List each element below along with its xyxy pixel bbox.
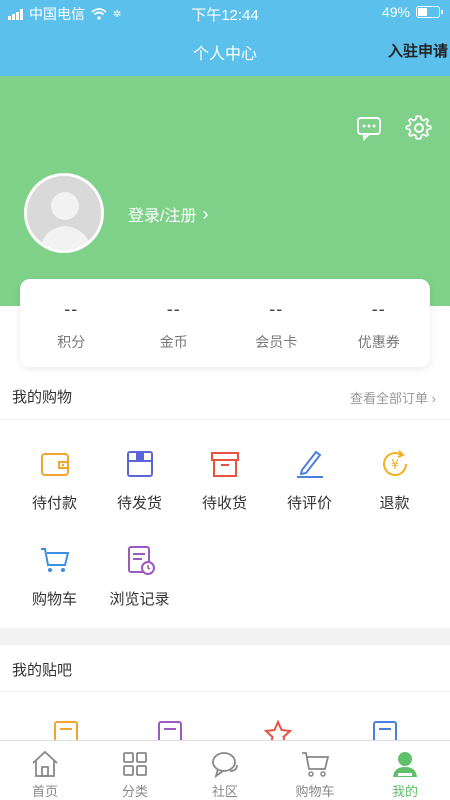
stat-label: 优惠券 [357,334,400,350]
home-icon [32,750,58,777]
stat-label: 积分 [57,334,86,350]
page-title: 个人中心 [192,46,257,63]
stat-value: -- [64,299,79,319]
my-tieba-section: 我的贴吧 [0,645,450,749]
pending-payment-button[interactable]: 待付款 [12,448,97,513]
pen-icon [296,450,323,478]
avatar-placeholder-icon [27,176,101,250]
item-label: 待发货 [116,495,162,512]
chevron-right-icon: › [202,203,209,224]
grid-icon [123,752,147,776]
apply-join-button[interactable]: 入驻申请 [388,40,448,61]
item-label: 购物车 [31,591,77,608]
cart-button[interactable]: 购物车 [12,544,97,609]
user-icon [393,752,417,777]
refund-icon: ¥ [382,450,407,476]
stat-value: -- [269,299,284,319]
view-all-orders-label: 查看全部订单 [350,391,429,406]
settings-icon[interactable] [405,114,433,142]
item-label: 待评价 [286,495,332,512]
profile-header: 登录/注册 › [0,76,450,306]
stat-label: 会员卡 [255,334,298,350]
package-icon [126,451,153,477]
battery-percent: 49% [381,4,410,20]
wallet-icon [40,453,69,476]
tab-label: 我的 [391,784,418,799]
svg-text:¥: ¥ [390,458,398,473]
tab-cart[interactable]: 购物车 [270,741,360,800]
coins-stat[interactable]: -- 金币 [123,279,226,367]
stat-value: -- [166,299,181,319]
chevron-right-icon: › [431,391,436,406]
stat-label: 金币 [159,334,188,350]
tab-mine[interactable]: 我的 [360,741,450,800]
item-label: 浏览记录 [109,591,170,608]
battery-icon [416,6,443,18]
tab-community[interactable]: 社区 [180,741,270,800]
status-bar: 中国电信 ✲ 下午12:44 49% [0,0,450,26]
member-card-stat[interactable]: -- 会员卡 [225,279,328,367]
item-label: 退款 [379,495,410,512]
history-icon [127,546,155,575]
view-all-orders-link[interactable]: 查看全部订单 › [350,388,436,407]
cart-icon [302,752,330,777]
login-label: 登录/注册 [128,208,197,225]
chat-icon [212,752,238,779]
stat-value: -- [371,299,386,319]
box-icon [210,452,239,477]
tab-label: 分类 [121,784,148,799]
stats-card: -- 积分 -- 金币 -- 会员卡 -- 优惠券 [20,279,430,367]
pending-receipt-button[interactable]: 待收货 [182,448,267,513]
browse-history-button[interactable]: 浏览记录 [97,544,182,609]
tab-home[interactable]: 首页 [0,741,90,800]
message-icon[interactable] [355,114,383,142]
avatar[interactable] [24,173,104,253]
tab-label: 购物车 [295,784,335,799]
points-stat[interactable]: -- 积分 [20,279,123,367]
tab-label: 首页 [31,784,58,799]
bottom-tab-bar: 首页 分类 社区 购物车 我的 [0,740,450,800]
login-register-link[interactable]: 登录/注册 › [128,202,208,226]
tab-category[interactable]: 分类 [90,741,180,800]
tab-label: 社区 [211,784,238,799]
cart-icon [40,548,69,572]
section-title: 我的购物 [12,389,73,406]
coupons-stat[interactable]: -- 优惠券 [328,279,431,367]
item-label: 待收货 [201,495,247,512]
top-bar: 中国电信 ✲ 下午12:44 49% 个人中心 入驻申请 [0,0,450,76]
refund-button[interactable]: ¥ 退款 [352,448,437,513]
item-label: 待付款 [31,495,77,512]
pending-review-button[interactable]: 待评价 [267,448,352,513]
divider [0,691,450,692]
pending-shipment-button[interactable]: 待发货 [97,448,182,513]
section-title: 我的贴吧 [12,662,73,679]
